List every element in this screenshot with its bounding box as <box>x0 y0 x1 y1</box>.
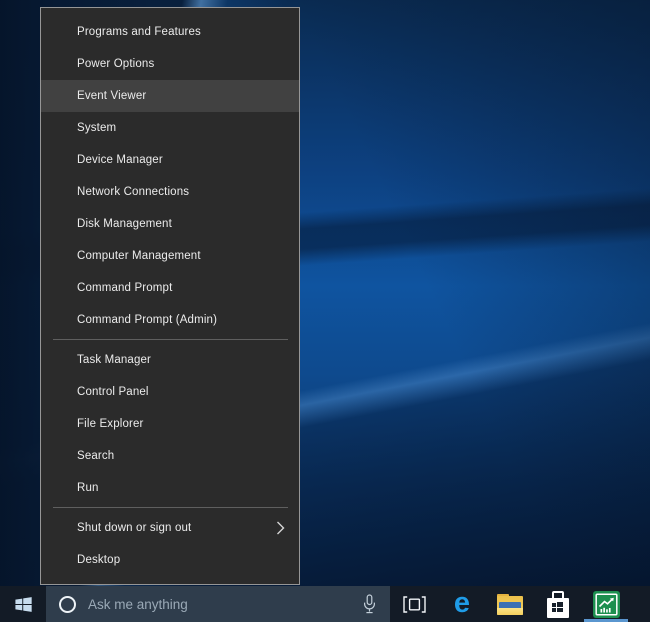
menu-item-shut-down-or-sign-out[interactable]: Shut down or sign out <box>41 512 299 544</box>
menu-item-power-options[interactable]: Power Options <box>41 48 299 80</box>
menu-separator <box>53 339 288 340</box>
menu-item-control-panel[interactable]: Control Panel <box>41 376 299 408</box>
cortana-circle-icon <box>59 596 76 613</box>
menu-item-run[interactable]: Run <box>41 472 299 504</box>
menu-item-desktop[interactable]: Desktop <box>41 544 299 576</box>
winx-menu: Programs and Features Power Options Even… <box>40 7 300 585</box>
task-view-button[interactable] <box>390 586 438 622</box>
microphone-icon[interactable] <box>362 594 377 615</box>
money-app-button[interactable] <box>582 586 630 622</box>
taskbar: Ask me anything e <box>0 586 650 622</box>
menu-item-label: Shut down or sign out <box>77 512 191 544</box>
menu-item-system[interactable]: System <box>41 112 299 144</box>
menu-item-task-manager[interactable]: Task Manager <box>41 344 299 376</box>
menu-item-disk-management[interactable]: Disk Management <box>41 208 299 240</box>
menu-item-command-prompt[interactable]: Command Prompt <box>41 272 299 304</box>
store-button[interactable] <box>534 586 582 622</box>
money-chart-icon <box>593 591 620 618</box>
edge-button[interactable]: e <box>438 586 486 622</box>
folder-icon <box>497 594 523 615</box>
edge-icon: e <box>454 589 470 618</box>
search-placeholder: Ask me anything <box>88 597 362 612</box>
store-icon <box>546 591 570 618</box>
menu-item-programs-and-features[interactable]: Programs and Features <box>41 16 299 48</box>
cortana-search-box[interactable]: Ask me anything <box>46 586 390 622</box>
windows-logo-icon <box>14 595 33 614</box>
menu-item-network-connections[interactable]: Network Connections <box>41 176 299 208</box>
file-explorer-button[interactable] <box>486 586 534 622</box>
menu-item-event-viewer[interactable]: Event Viewer <box>41 80 299 112</box>
menu-item-search[interactable]: Search <box>41 440 299 472</box>
chevron-right-icon <box>276 521 285 535</box>
menu-item-file-explorer[interactable]: File Explorer <box>41 408 299 440</box>
menu-item-command-prompt-admin[interactable]: Command Prompt (Admin) <box>41 304 299 336</box>
menu-item-computer-management[interactable]: Computer Management <box>41 240 299 272</box>
start-button[interactable] <box>0 586 46 622</box>
menu-item-device-manager[interactable]: Device Manager <box>41 144 299 176</box>
menu-separator <box>53 507 288 508</box>
task-view-icon <box>403 596 426 613</box>
